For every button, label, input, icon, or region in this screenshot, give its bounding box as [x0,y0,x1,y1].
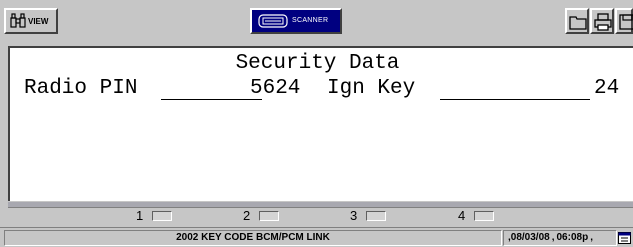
folder-icon [569,16,587,30]
page-2-number: 2 [243,208,251,223]
radio-pin-field: Radio PIN 5624 [24,77,314,103]
page-3-number: 3 [350,208,358,223]
scanner-label: SCANNER [292,17,329,24]
status-datetime: ,08/03/08, 06:08p, [503,230,617,246]
status-description: 2002 KEY CODE BCM/PCM LINK [4,230,502,246]
print-button[interactable] [590,8,614,34]
page-bar-strip [8,202,633,208]
page-indicator-bar: 1 2 3 4 [8,202,633,224]
page-1-indicator[interactable]: 1 [136,208,176,223]
page-3-box [366,211,386,221]
view-label: VIEW [28,17,49,26]
ign-key-label: Ign Key [327,77,416,100]
folder-button[interactable] [565,8,589,34]
page-1-number: 1 [136,208,144,223]
display-title: Security Data [235,52,400,75]
radio-pin-underline [161,99,262,100]
binoculars-icon [10,13,26,28]
page-2-box [259,211,279,221]
page-4-number: 4 [458,208,466,223]
page-4-indicator[interactable]: 4 [458,208,498,223]
calendar-icon[interactable] [618,231,631,244]
ign-key-value: 24 [594,77,620,100]
status-time: 06:08p [556,232,589,243]
view-button[interactable]: VIEW [4,8,58,34]
status-bar: 2002 KEY CODE BCM/PCM LINK ,08/03/08, 06:… [0,227,633,247]
ign-key-underline [440,99,590,100]
page-3-indicator[interactable]: 3 [350,208,390,223]
scanner-button[interactable]: SCANNER [250,8,342,34]
radio-pin-label: Radio PIN [24,77,138,100]
status-date: 08/03/08 [510,232,550,243]
scanner-icon [258,14,288,28]
radio-pin-value: 5624 [250,77,301,100]
printer-icon [594,13,612,31]
save-icon [619,14,633,30]
toolbar: VIEW SCANNER [0,0,633,44]
ign-key-field: Ign Key 24 [327,77,627,103]
page-4-box [474,211,494,221]
page-1-box [152,211,172,221]
page-2-indicator[interactable]: 2 [243,208,283,223]
save-button[interactable] [615,8,633,34]
security-data-display: Security Data Radio PIN 5624 Ign Key 24 [8,46,633,201]
